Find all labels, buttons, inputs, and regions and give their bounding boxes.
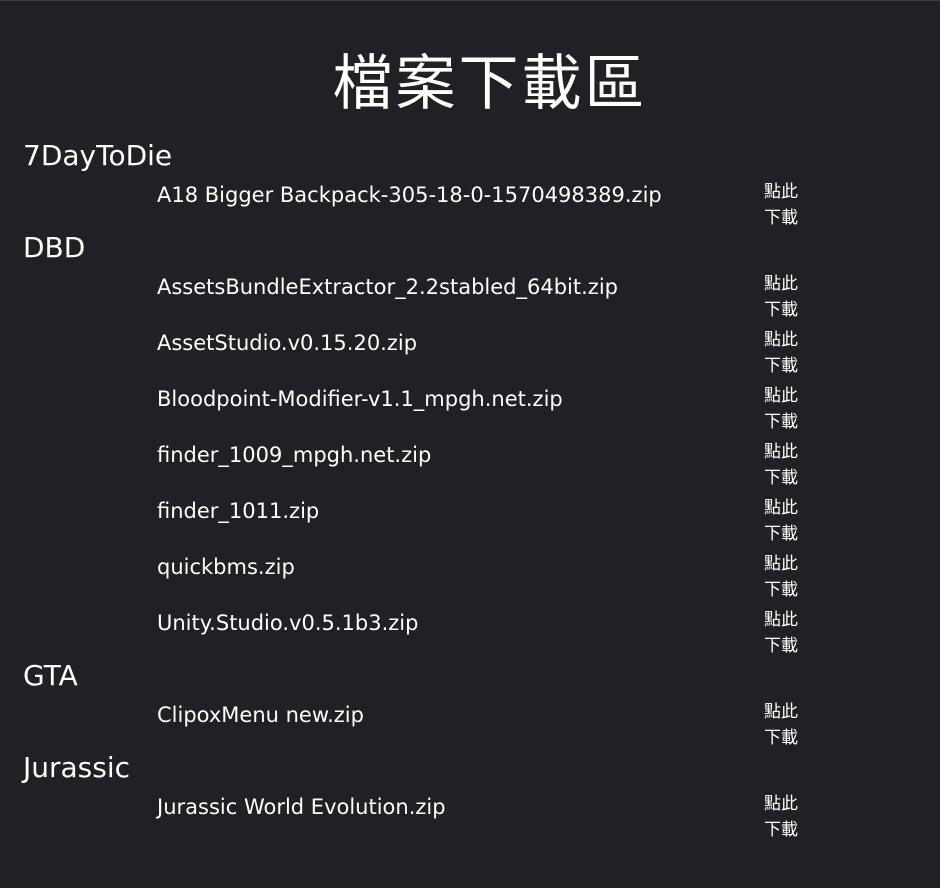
file-row: finder_1009_mpgh.net.zip 點此下載 — [0, 435, 940, 491]
download-link[interactable]: 點此下載 — [764, 495, 808, 547]
file-row: Bloodpoint-Modifier-v1.1_mpgh.net.zip 點此下… — [0, 379, 940, 435]
file-list: A18 Bigger Backpack-305-18-0-1570498389.… — [0, 175, 940, 231]
file-name: ClipoxMenu new.zip — [157, 703, 364, 727]
file-name: AssetsBundleExtractor_2.2stabled_64bit.z… — [157, 275, 618, 299]
download-link[interactable]: 點此下載 — [764, 551, 808, 603]
file-name: finder_1009_mpgh.net.zip — [157, 443, 432, 467]
file-name: finder_1011.zip — [157, 499, 320, 523]
section-title: GTA — [23, 659, 78, 692]
file-row: AssetStudio.v0.15.20.zip 點此下載 — [0, 323, 940, 379]
file-row: Unity.Studio.v0.5.1b3.zip 點此下載 — [0, 603, 940, 659]
download-link[interactable]: 點此下載 — [764, 383, 808, 435]
download-link[interactable]: 點此下載 — [764, 439, 808, 491]
file-row: A18 Bigger Backpack-305-18-0-1570498389.… — [0, 175, 940, 231]
file-row: finder_1011.zip 點此下載 — [0, 491, 940, 547]
file-row: quickbms.zip 點此下載 — [0, 547, 940, 603]
download-link[interactable]: 點此下載 — [764, 699, 808, 751]
section-7daytodie: 7DayToDie A18 Bigger Backpack-305-18-0-15… — [0, 137, 940, 231]
file-name: quickbms.zip — [157, 555, 295, 579]
file-name: Unity.Studio.v0.5.1b3.zip — [157, 611, 419, 635]
section-title: 7DayToDie — [23, 139, 173, 172]
file-row: AssetsBundleExtractor_2.2stabled_64bit.z… — [0, 267, 940, 323]
section-jurassic: Jurassic Jurassic World Evolution.zip 點此下載 — [0, 749, 940, 843]
download-link[interactable]: 點此下載 — [764, 179, 808, 231]
file-name: AssetStudio.v0.15.20.zip — [157, 331, 418, 355]
download-link[interactable]: 點此下載 — [764, 271, 808, 323]
file-list: AssetsBundleExtractor_2.2stabled_64bit.z… — [0, 267, 940, 659]
section-title: DBD — [23, 231, 86, 264]
file-list: ClipoxMenu new.zip 點此下載 — [0, 695, 940, 751]
section-gta: GTA ClipoxMenu new.zip 點此下載 — [0, 657, 940, 751]
download-link[interactable]: 點此下載 — [764, 607, 808, 659]
download-link[interactable]: 點此下載 — [764, 791, 808, 843]
file-sections: 7DayToDie A18 Bigger Backpack-305-18-0-15… — [0, 137, 940, 843]
file-name: A18 Bigger Backpack-305-18-0-1570498389.… — [157, 183, 662, 207]
page-title: 檔案下載區 — [332, 49, 648, 119]
section-title: Jurassic — [23, 751, 131, 784]
file-list: Jurassic World Evolution.zip 點此下載 — [0, 787, 940, 843]
file-name: Jurassic World Evolution.zip — [157, 795, 446, 819]
file-row: Jurassic World Evolution.zip 點此下載 — [0, 787, 940, 843]
file-name: Bloodpoint-Modifier-v1.1_mpgh.net.zip — [157, 387, 563, 411]
download-link[interactable]: 點此下載 — [764, 327, 808, 379]
section-dbd: DBD AssetsBundleExtractor_2.2stabled_64bi… — [0, 229, 940, 659]
file-row: ClipoxMenu new.zip 點此下載 — [0, 695, 940, 751]
